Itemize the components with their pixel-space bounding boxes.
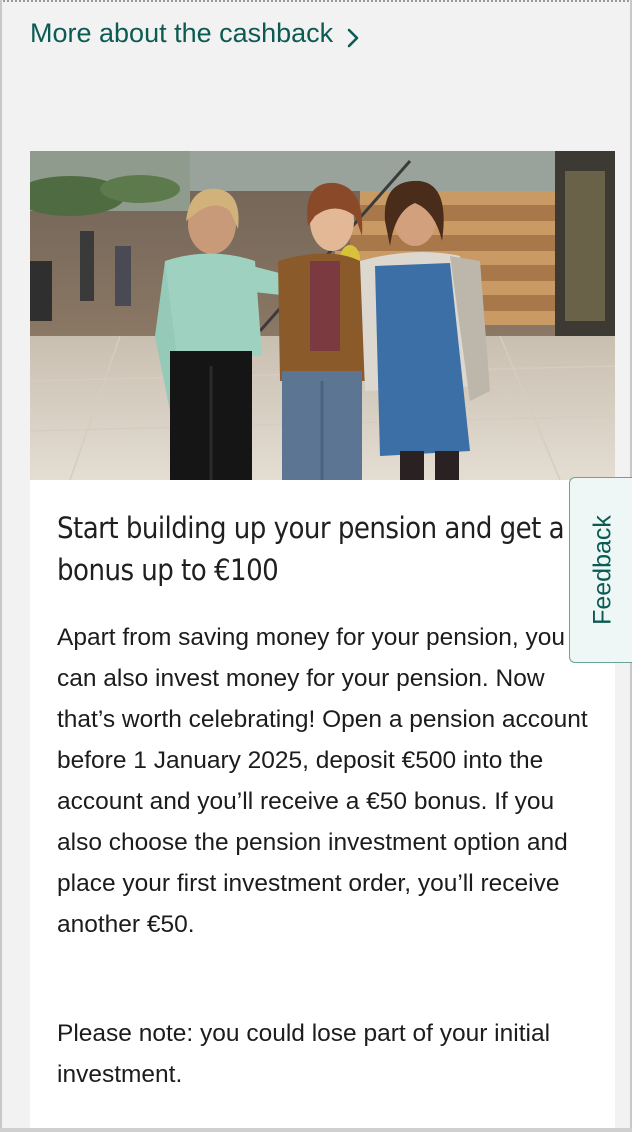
promo-note-text: Please note: you could lose part of your… (57, 1020, 551, 1088)
bottom-border (0, 1128, 632, 1132)
chevron-right-icon (345, 24, 361, 47)
more-about-cashback-link[interactable]: More about the cashback (30, 18, 361, 49)
left-border (0, 0, 2, 1132)
promo-body-text: Apart from saving money for your pension… (57, 624, 588, 938)
feedback-tab-label: Feedback (588, 515, 616, 625)
promo-title: Start building up your pension and get a… (57, 511, 565, 587)
more-about-cashback-label: More about the cashback (30, 18, 334, 48)
top-border (0, 0, 632, 6)
promo-image (30, 151, 615, 480)
feedback-tab[interactable]: Feedback (569, 477, 632, 663)
promo-card: Start building up your pension and get a… (30, 151, 615, 1132)
